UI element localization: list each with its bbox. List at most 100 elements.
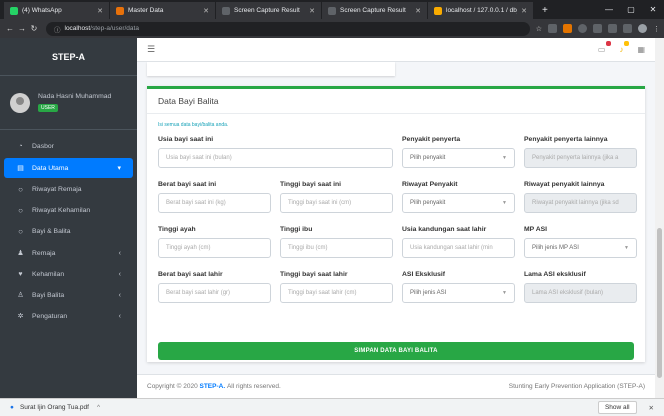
footer-brand-link[interactable]: STEP-A.	[200, 383, 226, 390]
close-window-icon[interactable]: ✕	[642, 5, 664, 14]
forward-icon[interactable]: →	[16, 24, 28, 33]
star-icon[interactable]: ☆	[536, 25, 542, 33]
select-field[interactable]: Pilih jenis MP ASI ▼	[524, 238, 637, 258]
sidebar-item-remaja[interactable]: ♟ Remaja ‹	[4, 243, 133, 263]
puzzle-icon[interactable]	[623, 24, 632, 33]
sidebar-item-kehamilan[interactable]: ♥ Kehamilan ‹	[4, 264, 133, 284]
sidebar-item-riwayat-remaja[interactable]: ○ Riwayat Remaja	[4, 179, 133, 199]
bell-icon[interactable]: ♪	[619, 41, 630, 54]
select-field[interactable]: Pilih penyakit ▼	[402, 148, 515, 168]
close-icon[interactable]: ✕	[649, 404, 654, 412]
field-label: Penyakit penyerta lainnya	[524, 136, 608, 143]
sidebar-item-bayi-balita[interactable]: ○ Bayi & Balita	[4, 221, 133, 241]
more-icon[interactable]: ⋮	[653, 25, 660, 33]
extension-icon[interactable]	[548, 24, 557, 33]
scrollbar-thumb[interactable]	[657, 228, 662, 378]
placeholder-text: Lama ASI eksklusif (bulan)	[532, 290, 604, 296]
selected-value: Pilih penyakit	[410, 155, 446, 161]
form-group: Tinggi bayi saat ini Tinggi bayi saat ini…	[280, 179, 393, 224]
form-group: Riwayat Penyakit Pilih penyakit ▼	[402, 179, 515, 224]
tab-close-icon[interactable]: ✕	[97, 7, 103, 15]
select-field[interactable]: Pilih jenis ASI ▼	[402, 283, 515, 303]
save-button[interactable]: SIMPAN DATA BAYI BALITA	[158, 342, 634, 360]
sidebar-item-data-utama[interactable]: ▤ Data Utama ▾	[4, 158, 133, 178]
chevron-up-icon[interactable]: ^	[97, 404, 100, 411]
menu-icon: ✲	[17, 313, 24, 320]
info-icon[interactable]: ⓘ	[54, 24, 61, 34]
form-group: Penyakit penyerta Pilih penyakit ▼	[402, 134, 515, 179]
text-input[interactable]: Usia kandungan saat lahir (min	[402, 238, 515, 258]
chat-icon[interactable]: ▭	[598, 41, 612, 54]
new-tab-button[interactable]: +	[534, 2, 556, 19]
text-input[interactable]: Usia bayi saat ini (bulan)	[158, 148, 393, 168]
placeholder-text: Berat bayi saat ini (kg)	[166, 200, 226, 206]
menu-icon: ♥	[18, 270, 23, 278]
pdf-file-icon: ●	[10, 404, 14, 411]
menu-icon: ▤	[17, 165, 24, 172]
sidebar-item-riwayat-kehamilan[interactable]: ○ Riwayat Kehamilan	[4, 200, 133, 220]
url-path: /step-a/user/data	[90, 25, 139, 32]
browser-tab[interactable]: Screen Capture Result ✕	[322, 2, 427, 19]
extension-icon[interactable]	[578, 24, 587, 33]
chevron-down-icon: ▼	[502, 290, 507, 296]
text-input[interactable]: Tinggi bayi saat lahir (cm)	[280, 283, 393, 303]
form-group: Riwayat penyakit lainnya Riwayat penyakit…	[524, 179, 637, 224]
field-label: Riwayat Penyakit	[402, 181, 458, 188]
sidebar-item-label: Pengaturan	[32, 312, 68, 320]
text-input[interactable]: Tinggi ibu (cm)	[280, 238, 393, 258]
tab-close-icon[interactable]: ✕	[309, 7, 315, 15]
back-icon[interactable]: ←	[4, 24, 16, 33]
form-group: Usia kandungan saat lahir Usia kandungan …	[402, 224, 515, 269]
extension-icon[interactable]	[563, 24, 572, 33]
minimize-icon[interactable]: —	[598, 5, 620, 14]
tab-close-icon[interactable]: ✕	[521, 7, 527, 15]
form-hint: Isi semua data bayi/balita anda.	[158, 122, 229, 128]
tab-close-icon[interactable]: ✕	[415, 7, 421, 15]
sidebar-item-pengaturan[interactable]: ✲ Pengaturan ‹	[4, 306, 133, 326]
form-group: Tinggi ayah Tinggi ayah (cm)	[158, 224, 271, 269]
tab-favicon-icon	[222, 6, 230, 15]
download-file-name[interactable]: Surat Ijin Orang Tua.pdf	[20, 404, 89, 411]
sidebar-item-label: Remaja	[32, 249, 56, 257]
select-field[interactable]: Pilih penyakit ▼	[402, 193, 515, 213]
browser-tab[interactable]: (4) WhatsApp ✕	[4, 2, 109, 19]
text-input[interactable]: Tinggi bayi saat ini (cm)	[280, 193, 393, 213]
main-content: Data Bayi Balita Isi semua data bayi/bal…	[137, 62, 655, 374]
field-label: Tinggi ibu	[280, 226, 313, 233]
page-footer: Copyright © 2020 STEP-A. All rights rese…	[137, 374, 655, 398]
text-input[interactable]: Berat bayi saat lahir (gr)	[158, 283, 271, 303]
browser-tab[interactable]: Master Data ✕	[110, 2, 215, 19]
user-panel[interactable]: Nada Hasni Muhammad USER	[0, 76, 137, 130]
form-group: Usia bayi saat ini Usia bayi saat ini (bu…	[158, 134, 393, 179]
chevron-down-icon: ▼	[502, 155, 507, 161]
extension-icon[interactable]	[608, 24, 617, 33]
url-input[interactable]: ⓘ localhost /step-a/user/data	[46, 21, 530, 36]
menu-icon: ♟	[17, 250, 24, 257]
brand-logo[interactable]: STEP-A	[0, 38, 137, 76]
profile-icon[interactable]	[638, 24, 647, 33]
hamburger-icon[interactable]: ☰	[147, 44, 155, 55]
grid-icon[interactable]: ▦	[637, 45, 645, 54]
text-input[interactable]: Berat bayi saat ini (kg)	[158, 193, 271, 213]
field-label: Usia kandungan saat lahir	[402, 226, 487, 233]
menu-icon: ○	[18, 226, 23, 236]
form-group: Tinggi ibu Tinggi ibu (cm)	[280, 224, 393, 269]
reload-icon[interactable]: ↻	[28, 24, 40, 33]
placeholder-text: Riwayat penyakit lainnya (jika sd	[532, 200, 619, 206]
extension-icon[interactable]	[593, 24, 602, 33]
menu-icon: ♙	[17, 292, 24, 299]
maximize-icon[interactable]: ▢	[620, 5, 642, 14]
show-all-button[interactable]: Show all	[597, 401, 637, 414]
sidebar-item-bayi-balita[interactable]: ♙ Bayi Balita ‹	[4, 285, 133, 305]
browser-tab[interactable]: localhost / 127.0.0.1 / db_step ✕	[428, 2, 533, 19]
placeholder-text: Tinggi ayah (cm)	[166, 245, 211, 251]
text-input[interactable]: Tinggi ayah (cm)	[158, 238, 271, 258]
tab-close-icon[interactable]: ✕	[203, 7, 209, 15]
placeholder-text: Tinggi bayi saat lahir (cm)	[288, 290, 357, 296]
tab-label: (4) WhatsApp	[22, 7, 62, 14]
page-scrollbar[interactable]	[655, 38, 664, 398]
baby-data-card: Data Bayi Balita Isi semua data bayi/bal…	[147, 86, 645, 362]
browser-tab[interactable]: Screen Capture Result ✕	[216, 2, 321, 19]
sidebar-item-dasbor[interactable]: ◔ Dasbor	[4, 136, 133, 156]
chevron-icon: ‹	[118, 312, 121, 320]
